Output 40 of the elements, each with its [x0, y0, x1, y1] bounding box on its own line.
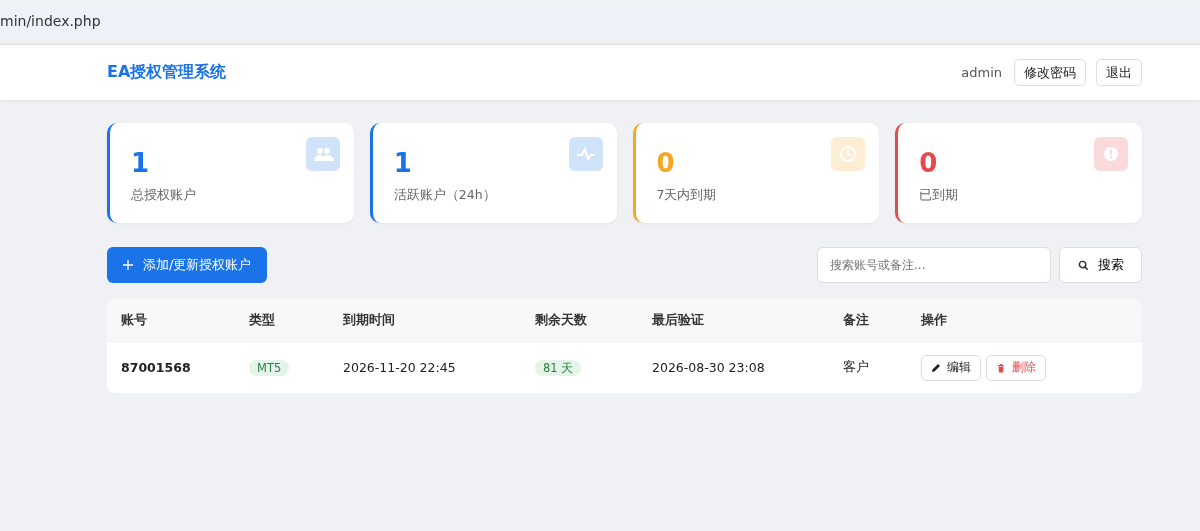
type-tag: MT5 — [249, 360, 290, 376]
column-header: 备注 — [843, 311, 870, 329]
plus-icon — [123, 260, 133, 270]
stat-value: 1 — [131, 147, 151, 179]
edit-button[interactable]: 编辑 — [921, 354, 981, 381]
column-header: 类型 — [249, 311, 276, 329]
search-icon — [1077, 259, 1089, 271]
stat-label: 总授权账户 — [131, 187, 196, 204]
last-verified-time: 2026-08-30 23:08 — [652, 360, 765, 375]
stat-value: 1 — [393, 147, 413, 179]
header-button[interactable]: 修改密码 — [1014, 59, 1086, 86]
header-button[interactable]: 退出 — [1096, 59, 1142, 86]
column-header: 剩余天数 — [535, 311, 588, 329]
account-number: 87001568 — [121, 360, 191, 375]
alert-icon — [1094, 137, 1128, 171]
address-bar[interactable]: min/index.php — [0, 5, 1200, 37]
stat-label: 已到期 — [919, 187, 959, 204]
column-header: 到期时间 — [343, 311, 396, 329]
url-text: min/index.php — [0, 13, 101, 29]
note-text: 客户 — [843, 359, 869, 374]
days-left-tag: 81 天 — [535, 359, 582, 376]
users-icon — [305, 137, 340, 171]
expiry-time: 2026-11-20 22:45 — [343, 360, 456, 375]
pulse-icon — [568, 137, 603, 171]
column-header: 操作 — [921, 311, 948, 329]
trash-icon — [996, 362, 1006, 373]
stat-value: 0 — [919, 147, 939, 179]
clock-icon — [831, 137, 866, 171]
column-header: 最后验证 — [652, 311, 705, 329]
delete-button[interactable]: 删除 — [986, 354, 1046, 381]
username: admin — [961, 65, 1002, 80]
search-field[interactable]: 搜索账号或备注... — [817, 247, 1051, 283]
stat-label: 7天内到期 — [656, 187, 717, 204]
column-header: 账号 — [121, 311, 148, 329]
pencil-icon — [931, 362, 941, 373]
app-title: EA授权管理系统 — [107, 62, 227, 83]
stat-value: 0 — [656, 147, 676, 179]
search-button[interactable]: 搜索 — [1059, 247, 1142, 283]
add-account-button[interactable]: 添加/更新授权账户 — [107, 247, 268, 283]
stat-label: 活跃账户（24h） — [393, 187, 496, 204]
